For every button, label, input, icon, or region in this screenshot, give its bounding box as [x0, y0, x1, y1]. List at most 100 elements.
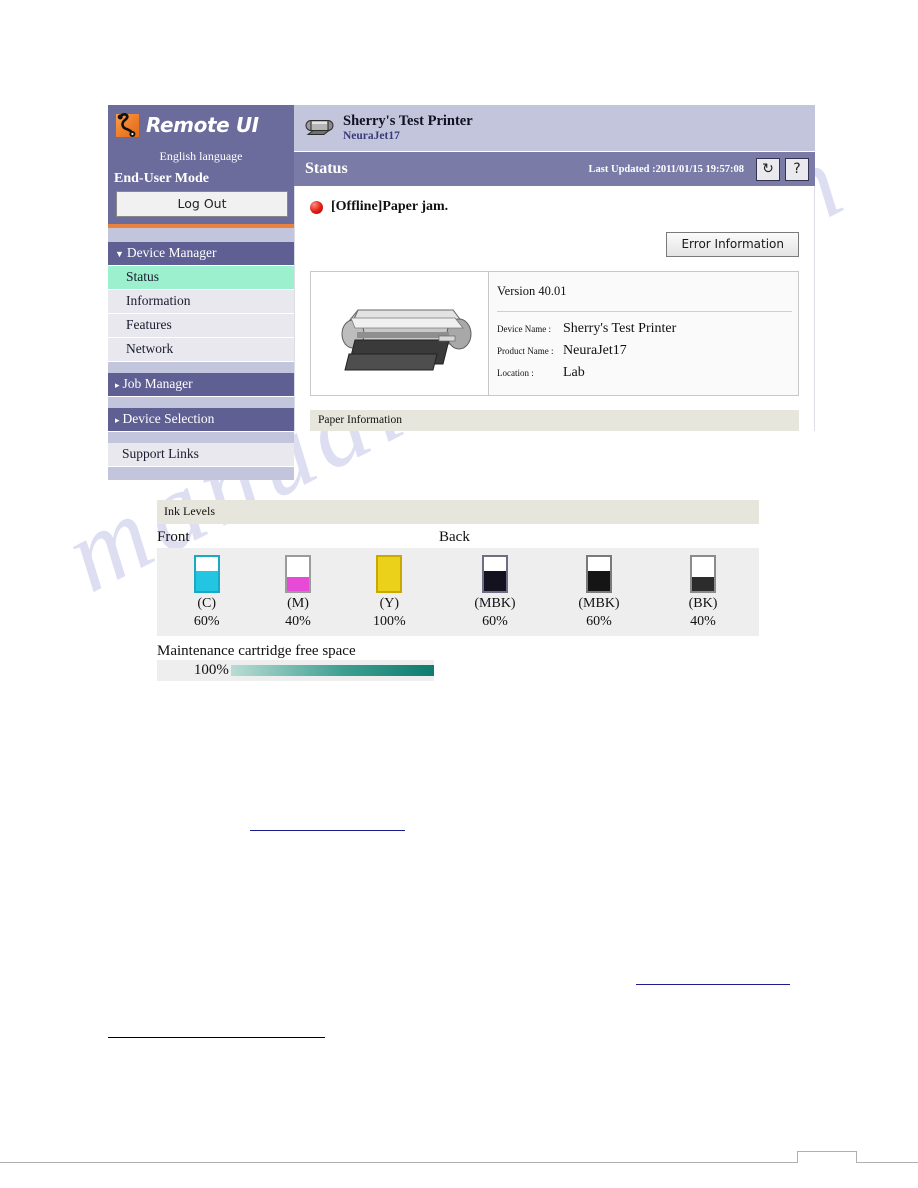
ink-tank-yellow[interactable]: (Y) 100%: [353, 555, 425, 630]
ink-tank-code: (MBK): [474, 596, 516, 611]
error-dot-icon: [310, 200, 323, 214]
page-footer-rule: [0, 1140, 918, 1166]
help-icon[interactable]: ?: [785, 157, 809, 181]
ink-tank-fill: [378, 557, 401, 591]
page-link-underline-2[interactable]: [636, 984, 790, 985]
info-row: Product Name : NeuraJet17: [497, 343, 798, 359]
ink-tank-matte-black-2[interactable]: (MBK) 60%: [563, 555, 635, 630]
ink-tanks-back: (MBK) 60% (MBK) 60% (BK) 40%: [439, 548, 759, 636]
device-name: Sherry's Test Printer: [343, 113, 473, 130]
ink-levels-header: Ink Levels: [157, 500, 759, 524]
ink-back-label: Back: [439, 529, 470, 545]
ink-tank-code: (BK): [688, 596, 718, 611]
nav-group-label: Device Selection: [122, 411, 215, 426]
nav-bottom-gap: [108, 467, 294, 480]
ink-tank-icon: [690, 555, 716, 593]
ink-tank-matte-black-1[interactable]: (MBK) 60%: [459, 555, 531, 630]
ink-tank-fill: [484, 570, 506, 591]
maintenance-title: Maintenance cartridge free space: [157, 643, 356, 659]
info-label: Product Name :: [497, 346, 554, 356]
ink-tank-icon: [193, 555, 220, 593]
ink-tanks-front: (C) 60% (M) 40% (Y) 100%: [157, 548, 439, 636]
sidebar-item-support-links[interactable]: Support Links: [108, 443, 294, 467]
page-horizontal-rule: [108, 1037, 325, 1038]
ink-tank-fill: [195, 570, 218, 591]
ink-tank-cyan[interactable]: (C) 60%: [171, 555, 243, 630]
ink-tank-percent: 40%: [690, 613, 716, 629]
nav-spacer-1: [108, 362, 294, 373]
user-mode-label: End-User Mode: [114, 171, 210, 186]
nav-group-device-manager[interactable]: ▼ Device Manager: [108, 242, 294, 266]
chevron-down-icon: ▼: [115, 249, 124, 259]
ink-tank-percent: 60%: [586, 613, 612, 629]
ink-column-back: Back (MBK) 60% (MBK) 60% (BK) 40%: [439, 529, 759, 636]
ink-tank-icon: [284, 555, 311, 593]
sidebar-item-network[interactable]: Network: [108, 338, 294, 362]
ink-column-front: Front (C) 60% (M) 40% (Y) 100%: [157, 529, 439, 636]
nav-top-gap: [108, 228, 294, 242]
brand: Remote UI: [108, 105, 294, 145]
ink-tank-fill: [286, 577, 309, 591]
printer-icon: [304, 116, 334, 141]
chevron-right-icon: ▸: [115, 380, 120, 390]
ink-tank-percent: 60%: [482, 613, 508, 629]
ink-tank-percent: 60%: [193, 613, 220, 629]
maintenance-progress-bar: [230, 665, 434, 676]
remote-ui-app: Remote UI English language End-User Mode…: [108, 105, 815, 480]
status-alert: [Offline]Paper jam.: [310, 199, 799, 215]
language-label[interactable]: English language: [108, 145, 294, 171]
ink-tank-icon: [482, 555, 508, 593]
sidebar-item-information[interactable]: Information: [108, 290, 294, 314]
ink-tank-percent: 40%: [285, 613, 311, 629]
nav-group-device-selection[interactable]: ▸ Device Selection: [108, 408, 294, 432]
error-button-row: Error Information: [310, 232, 799, 257]
ink-front-label: Front: [157, 529, 190, 545]
ink-tank-magenta[interactable]: (M) 40%: [262, 555, 334, 630]
info-label: Device Name :: [497, 324, 551, 334]
maintenance-bar-row: 100%: [157, 660, 434, 681]
ink-tank-fill: [588, 570, 610, 591]
sidebar-item-features[interactable]: Features: [108, 314, 294, 338]
nav-group-label: Job Manager: [122, 376, 193, 391]
sidebar: Remote UI English language End-User Mode…: [108, 105, 294, 480]
nav-group-label: Device Manager: [126, 245, 217, 260]
device-info-text: Version 40.01 Device Name : Sherry's Tes…: [489, 272, 798, 395]
ink-levels-section: Ink Levels Front (C) 60% (M) 40% (Y) 100…: [157, 500, 759, 681]
ink-tank-code: (MBK): [578, 596, 620, 611]
nav-spacer-2: [108, 397, 294, 408]
sidebar-item-status[interactable]: Status: [108, 266, 294, 290]
status-content: [Offline]Paper jam. Error Information Ve…: [294, 186, 815, 431]
info-row: Location : Lab: [497, 365, 798, 381]
remote-ui-logo-icon: [116, 112, 139, 137]
ink-tank-fill: [692, 577, 714, 591]
nav-spacer-3: [108, 432, 294, 443]
logout-wrap: Log Out: [108, 191, 294, 224]
info-rows: Device Name : Sherry's Test Printer Prod…: [497, 312, 798, 381]
device-header-text: Sherry's Test Printer NeuraJet17: [343, 113, 473, 143]
ink-tank-code: (C): [197, 596, 216, 611]
status-message: [Offline]Paper jam.: [331, 199, 449, 214]
error-information-button[interactable]: Error Information: [666, 232, 799, 257]
printer-illustration: [311, 272, 489, 395]
maintenance-percent: 100%: [193, 662, 229, 678]
ink-tank-code: (M): [287, 596, 309, 611]
ink-tank-black[interactable]: (BK) 40%: [667, 555, 739, 630]
status-bar: Status Last Updated :2011/01/15 19:57:08…: [294, 152, 815, 186]
maintenance-cartridge-section: Maintenance cartridge free space 100%: [157, 643, 759, 681]
nav-group-job-manager[interactable]: ▸ Job Manager: [108, 373, 294, 397]
paper-information-header: Paper Information: [310, 410, 799, 431]
chevron-right-icon: ▸: [115, 415, 120, 425]
firmware-version: Version 40.01: [497, 284, 567, 298]
page-link-underline-1[interactable]: [250, 830, 405, 831]
device-model: NeuraJet17: [343, 129, 400, 142]
ink-tank-percent: 100%: [372, 613, 406, 629]
logout-button[interactable]: Log Out: [116, 191, 288, 217]
ink-tank-icon: [376, 555, 403, 593]
info-value: Lab: [563, 365, 585, 380]
last-updated-text: Last Updated :2011/01/15 19:57:08: [588, 163, 744, 175]
ink-tank-code: (Y): [379, 596, 400, 611]
device-info-panel: Version 40.01 Device Name : Sherry's Tes…: [310, 271, 799, 396]
device-header: Sherry's Test Printer NeuraJet17: [294, 105, 815, 152]
info-label: Location :: [497, 368, 534, 378]
refresh-icon[interactable]: ↻: [756, 157, 780, 181]
